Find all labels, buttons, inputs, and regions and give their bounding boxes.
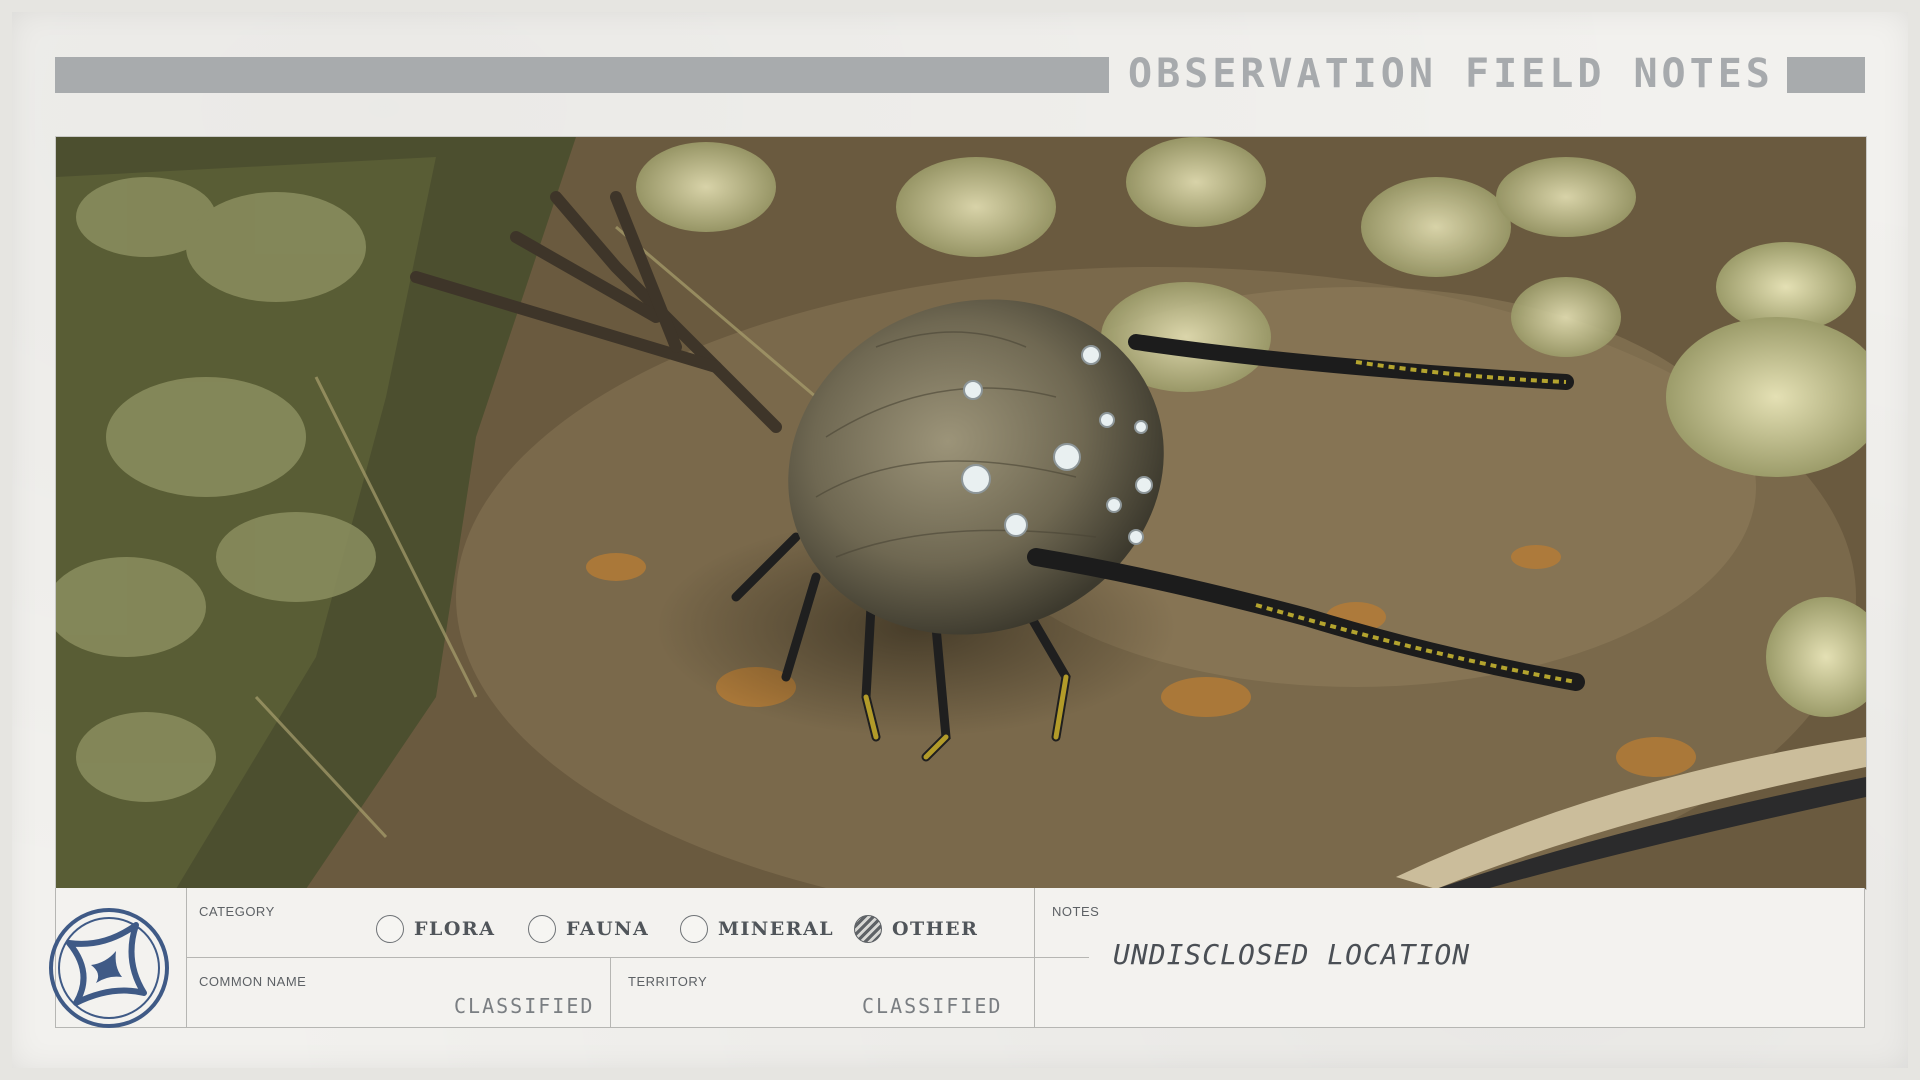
category-option-mineral[interactable]: MINERAL bbox=[680, 913, 834, 945]
form-divider bbox=[610, 957, 611, 1027]
header-bar-left bbox=[55, 57, 1109, 93]
emblem-cell bbox=[49, 888, 187, 1028]
category-option-flora[interactable]: FLORA bbox=[376, 913, 495, 945]
constellation-emblem-icon bbox=[49, 908, 169, 1028]
radio-selected-icon bbox=[854, 915, 882, 943]
creature-photo bbox=[55, 136, 1867, 890]
form-divider bbox=[1034, 888, 1035, 1027]
creature-scene bbox=[56, 137, 1866, 889]
territory-value: CLASSIFIED bbox=[862, 994, 1003, 1018]
notes-label: NOTES bbox=[1052, 904, 1100, 919]
field-notes-card: OBSERVATION FIELD NOTES CATEGORY FLORA F… bbox=[0, 0, 1920, 1080]
radio-unselected-icon bbox=[680, 915, 708, 943]
field-notes-form: CATEGORY FLORA FAUNA MINERAL OTHER COMMO… bbox=[49, 888, 1865, 1028]
common-name-label: COMMON NAME bbox=[199, 974, 307, 989]
header-bar-right bbox=[1787, 57, 1865, 93]
notes-value: UNDISCLOSED LOCATION bbox=[1113, 938, 1471, 971]
page-title: OBSERVATION FIELD NOTES bbox=[1128, 51, 1774, 97]
territory-label: TERRITORY bbox=[628, 974, 708, 989]
radio-unselected-icon bbox=[528, 915, 556, 943]
category-label: CATEGORY bbox=[199, 904, 275, 919]
category-option-other[interactable]: OTHER bbox=[854, 913, 978, 945]
category-option-fauna[interactable]: FAUNA bbox=[528, 913, 649, 945]
form-divider bbox=[186, 957, 1089, 958]
common-name-value: CLASSIFIED bbox=[454, 994, 595, 1018]
radio-unselected-icon bbox=[376, 915, 404, 943]
